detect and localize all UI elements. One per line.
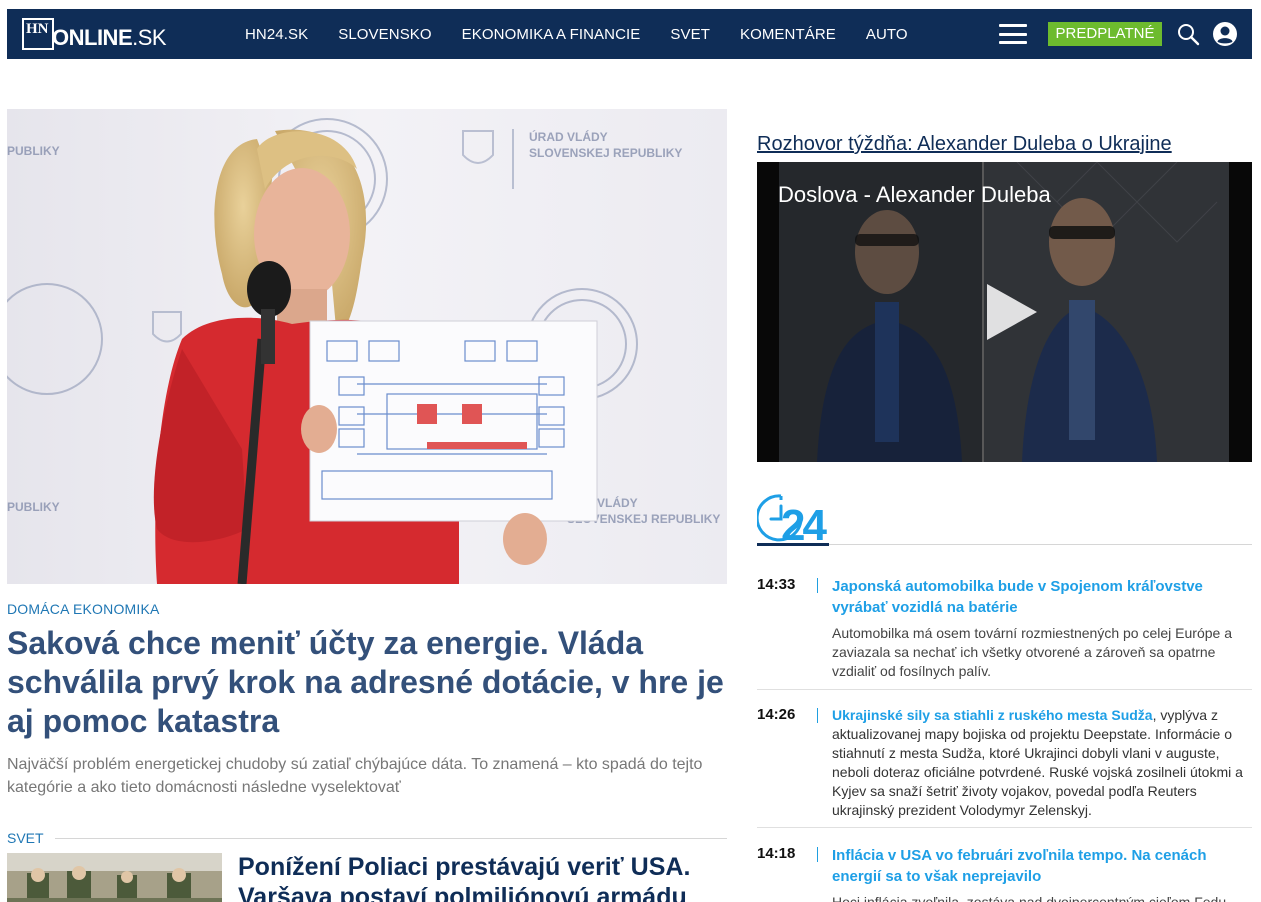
live-divider-accent [757,543,829,546]
news-time-bar [817,708,818,723]
wall-text-bottom-1: VLÁDY [597,495,638,510]
news-time-bar [817,578,818,593]
logo-hn-box: HN [22,18,54,50]
wall-text-left-bottom: PUBLIKY [7,500,60,514]
subscribe-button[interactable]: PREDPLATNÉ [1048,22,1162,46]
news-separator [757,689,1252,690]
hero-image[interactable]: ÚRAD VLÁDY SLOVENSKEJ REPUBLIKY PUBLIKY … [7,109,727,584]
nav-ekonomika[interactable]: EKONOMIKA A FINANCIE [462,26,641,43]
article-title-svet[interactable]: Ponížení Poliaci prestávajú veriť USA. V… [238,852,728,902]
nav-komentare[interactable]: KOMENTÁRE [740,26,836,43]
news-headline[interactable]: Ukrajinské sily sa stiahli z ruského mes… [832,707,1153,723]
article-thumbnail[interactable] [7,853,222,902]
wall-text-top-1: ÚRAD VLÁDY [529,129,608,144]
news-separator [757,827,1252,828]
video-title: Doslova - Alexander Duleba [778,182,1051,207]
logo-main: ONLINE [52,25,133,50]
wall-text-top-2: SLOVENSKEJ REPUBLIKY [529,146,682,160]
news-time: 14:33 [757,576,796,593]
main-nav: HN24.SK SLOVENSKO EKONOMIKA A FINANCIE S… [245,9,938,59]
user-icon[interactable] [1212,21,1238,47]
clock-icon[interactable]: 24 [757,492,831,548]
live-logo-number: 24 [781,501,827,548]
hero-perex: Najväčší problém energetickej chudoby sú… [7,756,703,796]
hero-category[interactable]: DOMÁCA EKONOMIKA [7,601,160,617]
live-divider [757,544,1252,545]
thumbnail-photo [7,853,222,902]
nav-svet[interactable]: SVET [670,26,710,43]
news-time: 14:26 [757,706,796,723]
news-text: Hoci inflácia zvoľnila, zostáva nad dvoj… [832,894,1231,902]
news-headline[interactable]: Inflácia v USA vo februári zvoľnila temp… [832,845,1252,887]
play-icon[interactable] [983,282,1039,342]
hero-title[interactable]: Saková chce meniť účty za energie. Vláda… [7,624,727,741]
news-time: 14:18 [757,845,796,862]
site-header: HN ONLINE.SK HN24.SK SLOVENSKO EKONOMIKA… [7,9,1252,59]
nav-hn24[interactable]: HN24.SK [245,26,308,43]
news-text: , vyplýva z aktualizovanej mapy bojiska … [832,707,1243,818]
site-logo[interactable]: HN ONLINE.SK [22,18,167,50]
news-item: 14:26 Ukrajinské sily sa stiahli z ruské… [757,706,1252,824]
section-divider [55,838,727,839]
news-item: 14:18 Inflácia v USA vo februári zvoľnil… [757,845,1252,902]
section-label-svet[interactable]: SVET [7,830,44,846]
news-text: Automobilka má osem tovární rozmiestnený… [832,625,1232,679]
news-item: 14:33 Japonská automobilka bude v Spojen… [757,576,1252,686]
news-time-bar [817,847,818,862]
logo-suffix: .SK [132,25,167,50]
search-icon[interactable] [1176,22,1200,46]
hero-photo: ÚRAD VLÁDY SLOVENSKEJ REPUBLIKY PUBLIKY … [7,109,727,584]
hamburger-icon[interactable] [999,24,1027,44]
interview-link[interactable]: Rozhovor týždňa: Alexander Duleba o Ukra… [757,133,1172,156]
video-player[interactable]: Doslova - Alexander Duleba [757,162,1252,462]
logo-wordmark: ONLINE.SK [52,25,167,50]
news-headline[interactable]: Japonská automobilka bude v Spojenom krá… [832,576,1252,618]
wall-text-left-top: PUBLIKY [7,144,60,158]
nav-slovensko[interactable]: SLOVENSKO [338,26,431,43]
nav-auto[interactable]: AUTO [866,26,908,43]
